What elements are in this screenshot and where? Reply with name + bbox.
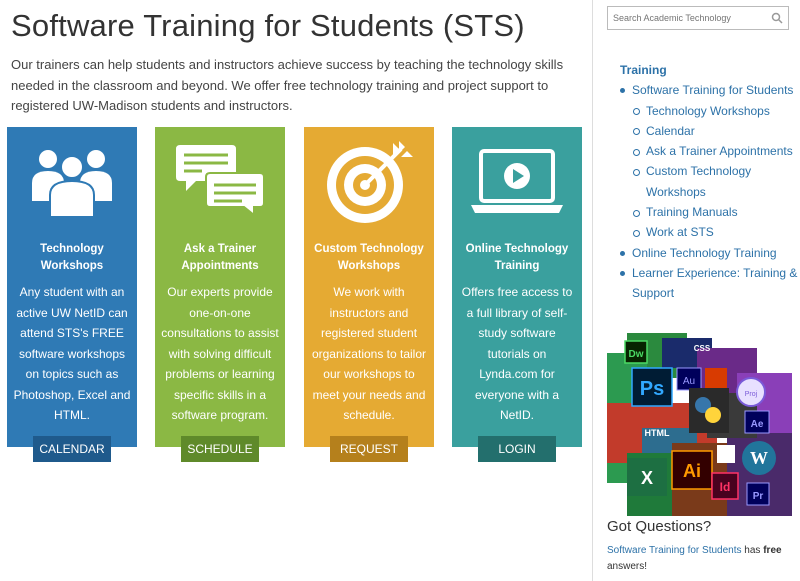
nav-item-online-training[interactable]: Online Technology Training — [632, 246, 777, 260]
collage-label: Id — [720, 480, 731, 494]
sidebar: Training Software Training for Students … — [592, 0, 800, 581]
nav-item-training-manuals[interactable]: Training Manuals — [646, 205, 738, 219]
svg-text:X: X — [641, 468, 653, 488]
card-online-training: Online Technology Training Offers free a… — [452, 127, 582, 462]
card-description: Offers free access to a full library of … — [461, 285, 573, 422]
collage-label: Proj — [745, 391, 758, 398]
collage-label: HTML — [645, 428, 670, 438]
sidebar-note: Software Training for Students has free … — [607, 543, 792, 575]
card-title: Ask a Trainer Appointments — [181, 243, 259, 272]
collage-label: Dw — [629, 349, 644, 360]
nav-item-learner-experience[interactable]: Learner Experience: Training & Support — [632, 266, 797, 300]
page-title: Software Training for Students (STS) — [11, 8, 525, 43]
nav-item-custom-workshops[interactable]: Custom Technology Workshops — [646, 164, 751, 198]
search-icon[interactable] — [771, 12, 783, 24]
card-technology-workshops: Technology Workshops Any student with an… — [7, 127, 137, 462]
nav-item-work-at-sts[interactable]: Work at STS — [646, 225, 714, 239]
card-ask-a-trainer: Ask a Trainer Appointments Our experts p… — [155, 127, 285, 462]
note-text-end: answers! — [607, 561, 648, 572]
card-description: Our experts provide one-on-one consultat… — [161, 285, 279, 422]
login-button[interactable]: LOGIN — [478, 436, 556, 462]
nav-item-technology-workshops[interactable]: Technology Workshops — [646, 104, 770, 118]
svg-text:W: W — [750, 448, 768, 468]
collage-label: CSS — [694, 344, 711, 353]
collage-label: Ai — [683, 461, 701, 481]
note-text: has — [741, 545, 764, 556]
note-bold-text: free — [763, 545, 782, 556]
search-input[interactable] — [608, 7, 768, 29]
card-title: Online Technology Training — [465, 243, 569, 272]
card-title: Custom Technology Workshops — [314, 243, 424, 272]
calendar-button[interactable]: CALENDAR — [33, 436, 111, 462]
card-description: We work with instructors and registered … — [311, 285, 427, 422]
nav-heading-training[interactable]: Training — [620, 63, 667, 77]
sts-link[interactable]: Software Training for Students — [607, 545, 742, 556]
collage-label: Ae — [751, 419, 764, 430]
training-nav: Training Software Training for Students … — [620, 60, 798, 304]
search-box — [607, 6, 789, 30]
laptop-play-icon — [452, 139, 582, 231]
schedule-button[interactable]: SCHEDULE — [181, 436, 259, 462]
card-title: Technology Workshops — [40, 243, 104, 272]
nav-item-ask-a-trainer[interactable]: Ask a Trainer Appointments — [646, 144, 793, 158]
got-questions-heading: Got Questions? — [607, 518, 712, 535]
chat-bubbles-icon — [155, 139, 285, 231]
target-icon — [304, 139, 434, 231]
card-description: Any student with an active UW NetID can … — [13, 285, 131, 422]
nav-item-software-training[interactable]: Software Training for Students — [632, 83, 793, 97]
card-custom-workshops: Custom Technology Workshops We work with… — [304, 127, 434, 462]
nav-item-calendar[interactable]: Calendar — [646, 124, 695, 138]
software-icons-collage-image: Dw CSS Ps Au Proj HTML Ae X Ai W Id Pr — [607, 333, 792, 516]
people-group-icon — [7, 139, 137, 231]
request-button[interactable]: REQUEST — [330, 436, 408, 462]
collage-label: Ps — [640, 378, 664, 400]
intro-paragraph: Our trainers can help students and instr… — [11, 57, 564, 113]
collage-label: Au — [683, 376, 695, 387]
collage-label: Pr — [753, 491, 764, 502]
main-content: Software Training for Students (STS) Our… — [0, 0, 592, 581]
